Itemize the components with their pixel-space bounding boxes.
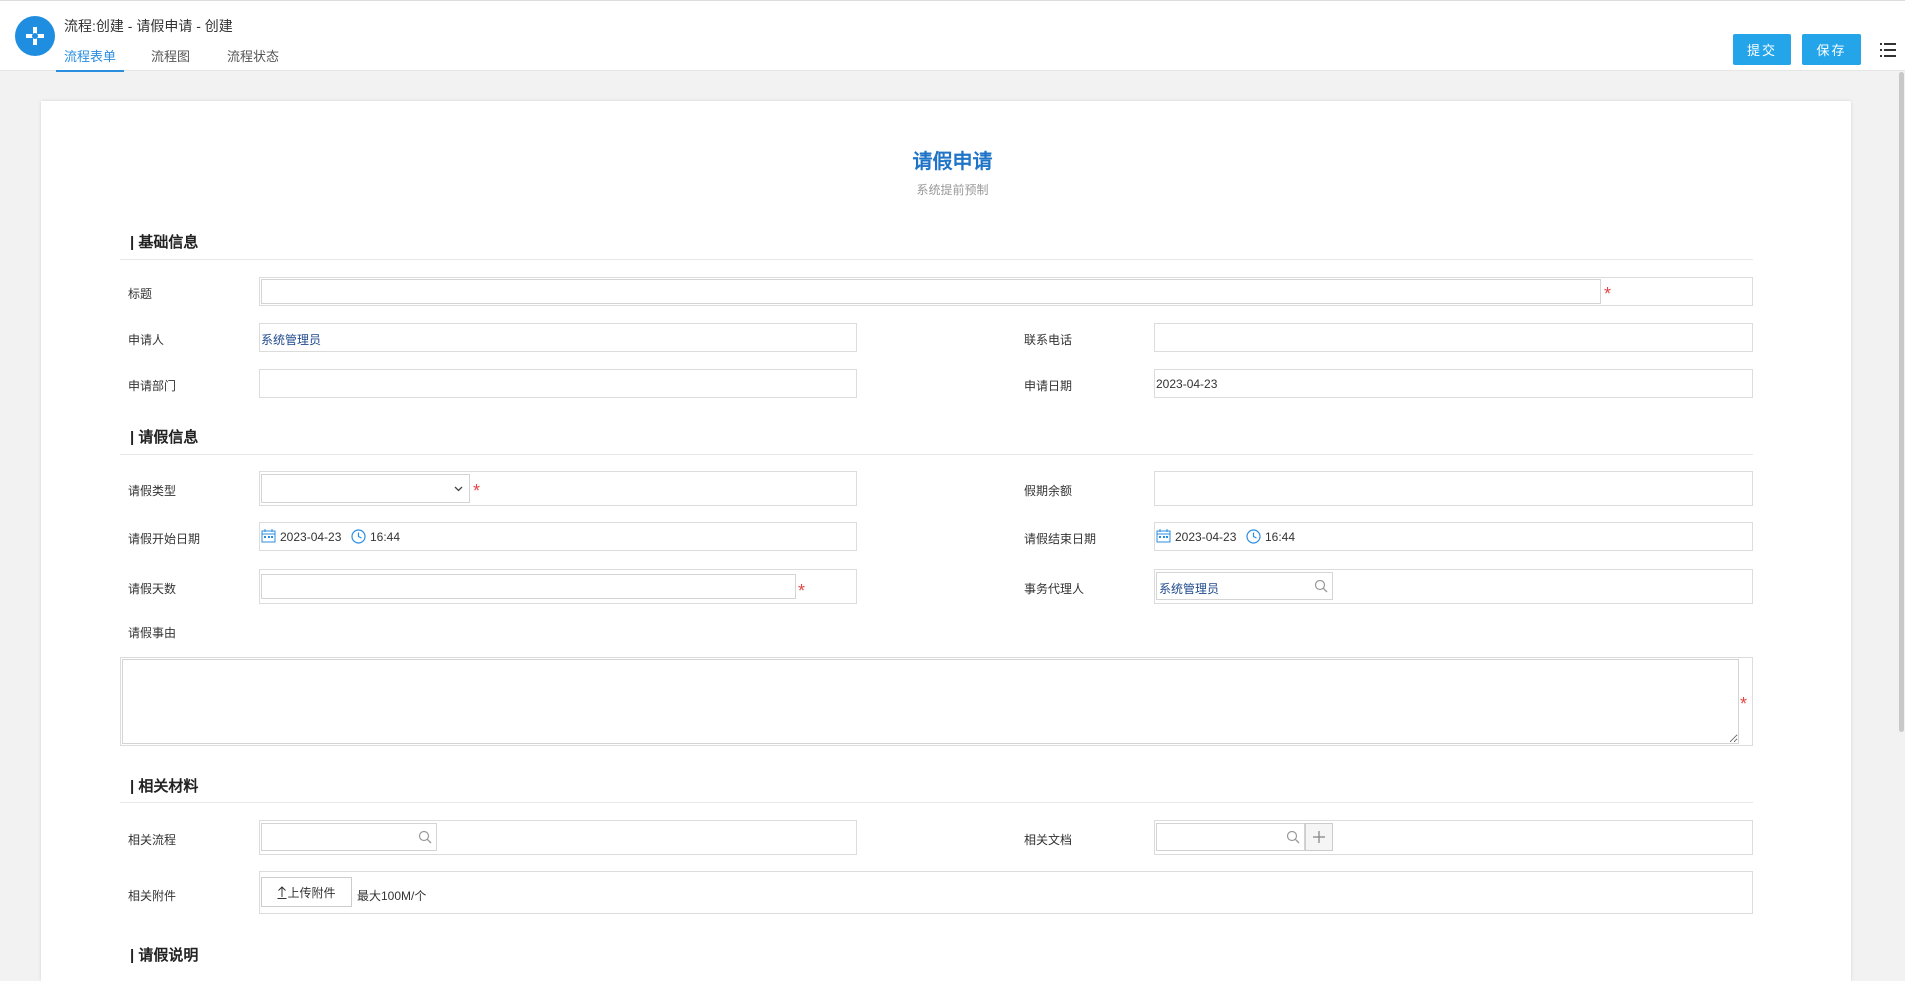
applicant-label: 申请人 (128, 333, 165, 347)
end-datetime-field (1154, 522, 1753, 551)
required-mark: * (1604, 284, 1612, 304)
page-title: 流程:创建 - 请假申请 - 创建 (64, 18, 233, 34)
title-label: 标题 (128, 287, 153, 301)
top-bar: 流程:创建 - 请假申请 - 创建 流程表单 流程图 流程状态 提交 保存 (0, 0, 1905, 72)
start-date-value[interactable]: 2023-04-23 (280, 530, 341, 544)
applicant-value: 系统管理员 (261, 333, 322, 347)
clock-icon[interactable] (351, 529, 366, 544)
section-divider (120, 259, 1753, 260)
list-menu-icon[interactable] (1880, 42, 1896, 58)
start-datetime-field (259, 522, 857, 551)
upload-attachment-button[interactable]: 上传附件 (261, 877, 352, 907)
start-date-label: 请假开始日期 (128, 532, 201, 546)
phone-label: 联系电话 (1024, 333, 1073, 347)
clock-icon[interactable] (1246, 529, 1261, 544)
leave-type-label: 请假类型 (128, 484, 177, 498)
submit-button[interactable]: 提交 (1733, 34, 1791, 65)
search-icon[interactable] (418, 830, 432, 844)
agent-label: 事务代理人 (1024, 582, 1085, 596)
attachment-label: 相关附件 (128, 889, 177, 903)
end-date-value[interactable]: 2023-04-23 (1175, 530, 1236, 544)
required-mark: * (1740, 694, 1748, 714)
search-icon[interactable] (1314, 579, 1328, 593)
tab-flow-chart[interactable]: 流程图 (151, 46, 190, 72)
apply-date-label: 申请日期 (1024, 379, 1073, 393)
required-mark: * (798, 581, 806, 601)
related-flow-picker[interactable] (261, 823, 437, 851)
reason-textarea[interactable] (122, 659, 1739, 744)
calendar-icon[interactable] (261, 529, 276, 543)
tab-flow-form[interactable]: 流程表单 (56, 46, 125, 72)
plus-icon (1313, 831, 1325, 843)
end-time-value[interactable]: 16:44 (1265, 530, 1295, 544)
days-label: 请假天数 (128, 582, 177, 596)
days-input[interactable] (261, 574, 796, 599)
start-time-value[interactable]: 16:44 (370, 530, 400, 544)
required-mark: * (473, 481, 481, 501)
balance-label: 假期余额 (1024, 484, 1073, 498)
related-flow-label: 相关流程 (128, 833, 177, 847)
section-divider (120, 802, 1753, 803)
leave-type-select[interactable] (261, 474, 470, 503)
related-doc-label: 相关文档 (1024, 833, 1073, 847)
add-document-button[interactable] (1305, 823, 1333, 851)
tab-flow-status[interactable]: 流程状态 (227, 46, 279, 72)
reason-label: 请假事由 (128, 626, 177, 640)
balance-input[interactable] (1154, 471, 1753, 506)
agent-picker[interactable]: 系统管理员 (1156, 572, 1333, 600)
apply-date-field (1154, 369, 1753, 398)
calendar-icon[interactable] (1156, 529, 1171, 543)
section-divider (120, 454, 1753, 455)
app-logo-icon (15, 16, 55, 56)
save-button[interactable]: 保存 (1802, 34, 1861, 65)
related-doc-picker[interactable] (1156, 823, 1305, 851)
section-notes: | 请假说明 (130, 947, 199, 964)
department-input[interactable] (259, 369, 857, 398)
form-title: 请假申请 (912, 151, 993, 173)
section-materials: | 相关材料 (130, 778, 199, 795)
attachment-box (259, 871, 1753, 914)
title-input[interactable] (261, 279, 1601, 304)
upload-icon (277, 885, 287, 899)
search-icon[interactable] (1286, 830, 1300, 844)
section-basic-info: | 基础信息 (130, 234, 199, 251)
form-subtitle: 系统提前预制 (916, 183, 989, 197)
applicant-field (259, 323, 857, 352)
section-leave-info: | 请假信息 (130, 429, 199, 446)
apply-date-value: 2023-04-23 (1156, 377, 1218, 391)
phone-input[interactable] (1154, 323, 1753, 352)
department-label: 申请部门 (128, 379, 177, 393)
chevron-down-icon (454, 486, 463, 492)
attachment-hint: 最大100M/个 (357, 889, 427, 903)
end-date-label: 请假结束日期 (1024, 532, 1097, 546)
